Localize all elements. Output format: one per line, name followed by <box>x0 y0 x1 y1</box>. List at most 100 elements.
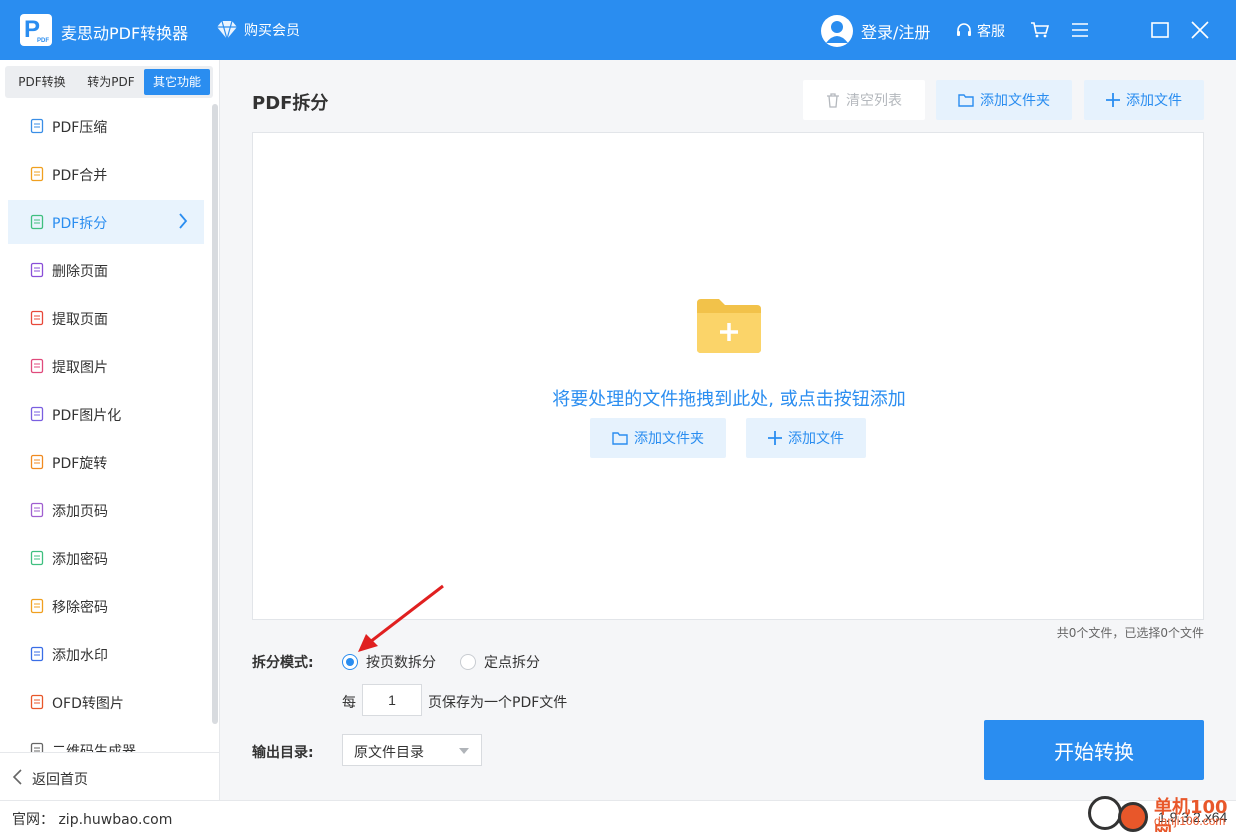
add-folder-label: 添加文件夹 <box>980 93 1050 109</box>
title-bar: P PDF 麦思动PDF转换器 购买会员 登录/注册 客服 <box>0 0 1236 60</box>
rotate-icon <box>30 454 44 470</box>
sidebar-item-label: PDF拆分 <box>52 216 108 232</box>
sidebar-item[interactable]: OFD转图片 <box>8 680 204 724</box>
buy-vip-label: 购买会员 <box>244 23 300 39</box>
sidebar-scrollbar[interactable] <box>212 104 218 724</box>
diamond-icon <box>217 20 237 40</box>
delete-page-icon <box>30 262 44 278</box>
per-label: 每 <box>342 695 356 711</box>
split-icon <box>30 214 44 230</box>
sidebar-item-label: 移除密码 <box>52 600 108 616</box>
split-fixed-radio[interactable]: 定点拆分 <box>460 652 540 672</box>
pages-per-file-input[interactable] <box>362 684 422 716</box>
compress-icon <box>30 118 44 134</box>
website-link[interactable]: 官网： zip.huwbao.com <box>12 809 172 829</box>
sidebar-item[interactable]: 添加页码 <box>8 488 204 532</box>
app-title: 麦思动PDF转换器 <box>61 24 189 43</box>
split-fixed-label: 定点拆分 <box>484 655 540 671</box>
clear-list-button[interactable]: 清空列表 <box>803 80 925 120</box>
sidebar-item-label: 删除页面 <box>52 264 108 280</box>
sidebar: PDF转换 转为PDF 其它功能 PDF压缩 PDF合并 PDF拆分删除页面提取页面… <box>0 60 220 800</box>
close-icon[interactable] <box>1188 18 1212 42</box>
sidebar-item-label: 二维码生成器 <box>52 744 136 752</box>
add-file-button[interactable]: 添加文件 <box>1084 80 1204 120</box>
status-bar: 官网： zip.huwbao.com 1.9.3.2.x64 <box>0 800 1236 832</box>
start-convert-button[interactable]: 开始转换 <box>984 720 1204 780</box>
sidebar-item[interactable]: PDF旋转 <box>8 440 204 484</box>
output-dir-select[interactable]: 原文件目录 <box>342 734 482 766</box>
sidebar-item[interactable]: PDF拆分 <box>8 200 204 244</box>
function-menu: PDF压缩 PDF合并 PDF拆分删除页面提取页面提取图片 PDF图片化 PDF旋转添加… <box>8 104 204 752</box>
output-dir-value: 原文件目录 <box>354 745 424 761</box>
extract-page-icon <box>30 310 44 326</box>
app-logo: P PDF <box>20 14 52 46</box>
radio-dot <box>460 654 476 670</box>
service-label: 客服 <box>977 24 1005 40</box>
category-tabs: PDF转换 转为PDF 其它功能 <box>5 66 213 98</box>
folder-icon <box>612 432 628 445</box>
clear-list-label: 清空列表 <box>846 93 902 109</box>
back-home-label: 返回首页 <box>32 772 88 788</box>
page-title: PDF拆分 <box>252 93 329 114</box>
tab-pdf-convert[interactable]: PDF转换 <box>8 69 76 95</box>
sidebar-item-label: PDF压缩 <box>52 120 108 136</box>
unlock-icon <box>30 598 44 614</box>
chevron-left-icon <box>12 769 22 785</box>
cart-icon[interactable] <box>1028 18 1052 42</box>
folder-icon <box>958 94 974 107</box>
sidebar-item-label: 提取图片 <box>52 360 108 376</box>
maximize-icon[interactable] <box>1148 18 1172 42</box>
drop-add-file-label: 添加文件 <box>788 431 844 447</box>
plus-icon <box>768 431 782 445</box>
merge-icon <box>30 166 44 182</box>
sidebar-item[interactable]: 添加密码 <box>8 536 204 580</box>
sidebar-item[interactable]: 二维码生成器 <box>8 728 204 752</box>
sidebar-item[interactable]: PDF压缩 <box>8 104 204 148</box>
sidebar-item-label: OFD转图片 <box>52 696 124 712</box>
sidebar-item[interactable]: PDF图片化 <box>8 392 204 436</box>
sidebar-item-label: PDF旋转 <box>52 456 108 472</box>
sidebar-item[interactable]: 提取页面 <box>8 296 204 340</box>
split-mode-label: 拆分模式: <box>252 655 314 671</box>
sidebar-item[interactable]: 提取图片 <box>8 344 204 388</box>
trash-icon <box>827 92 839 108</box>
caret-down-icon <box>459 748 469 754</box>
sidebar-item[interactable]: 删除页面 <box>8 248 204 292</box>
sidebar-item-label: PDF图片化 <box>52 408 122 424</box>
drop-add-folder-button[interactable]: 添加文件夹 <box>590 418 726 458</box>
chevron-right-icon <box>179 213 188 229</box>
sidebar-item-label: 添加密码 <box>52 552 108 568</box>
watermark-logo <box>1088 796 1122 830</box>
red-arrow-annotation <box>358 584 444 652</box>
extract-image-icon <box>30 358 44 374</box>
login-label: 登录/注册 <box>861 23 931 42</box>
site-watermark: 单机100网 danji100.com <box>1088 790 1236 832</box>
sidebar-item-label: 添加页码 <box>52 504 108 520</box>
file-drop-zone[interactable]: 将要处理的文件拖拽到此处, 或点击按钮添加 添加文件夹 添加文件 <box>252 132 1204 620</box>
per-suffix-label: 页保存为一个PDF文件 <box>428 695 568 711</box>
menu-icon[interactable] <box>1068 18 1092 42</box>
add-folder-icon <box>697 299 761 353</box>
sidebar-item-label: PDF合并 <box>52 168 108 184</box>
watermark-sub: danji100.com <box>1154 814 1226 828</box>
sidebar-item-label: 提取页面 <box>52 312 108 328</box>
sidebar-item[interactable]: 添加水印 <box>8 632 204 676</box>
customer-service-button[interactable]: 客服 <box>955 21 1005 41</box>
add-file-label: 添加文件 <box>1126 93 1182 109</box>
drop-add-file-button[interactable]: 添加文件 <box>746 418 866 458</box>
tab-other-functions[interactable]: 其它功能 <box>144 69 210 95</box>
sidebar-item[interactable]: PDF合并 <box>8 152 204 196</box>
add-folder-button[interactable]: 添加文件夹 <box>936 80 1072 120</box>
lock-icon <box>30 550 44 566</box>
back-home-button[interactable]: 返回首页 <box>0 752 219 800</box>
login-button[interactable]: 登录/注册 <box>821 15 930 47</box>
drop-add-folder-label: 添加文件夹 <box>634 431 704 447</box>
buy-vip-button[interactable]: 购买会员 <box>215 20 300 40</box>
sidebar-item[interactable]: 移除密码 <box>8 584 204 628</box>
qrcode-icon <box>30 742 44 752</box>
avatar <box>821 15 853 47</box>
tab-to-pdf[interactable]: 转为PDF <box>78 69 144 95</box>
sidebar-item-label: 添加水印 <box>52 648 108 664</box>
plus-icon <box>1106 93 1120 107</box>
ofd-icon <box>30 694 44 710</box>
